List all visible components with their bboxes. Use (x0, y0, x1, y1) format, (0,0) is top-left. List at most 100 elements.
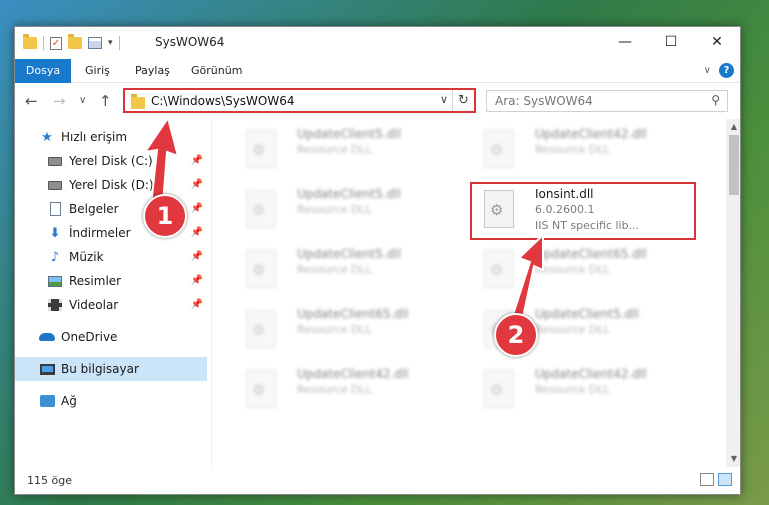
tab-view[interactable]: Görünüm (179, 59, 254, 83)
minimize-button[interactable]: — (602, 27, 648, 57)
file-description: Resource DLL (297, 323, 372, 336)
disk-icon (47, 153, 63, 169)
sidebar-item-label: Resimler (69, 274, 122, 288)
vertical-scrollbar[interactable]: ▲ ▼ (726, 119, 740, 467)
scrollbar-thumb[interactable] (729, 135, 739, 195)
chevron-down-icon[interactable]: ∨ (704, 65, 711, 76)
dll-file-icon (246, 190, 276, 228)
sidebar-item-label: OneDrive (61, 330, 118, 344)
step-2-badge: 2 (494, 313, 538, 357)
pin-icon[interactable]: 📌 (191, 203, 203, 214)
file-item[interactable]: UpdateClient42.dll Resource DLL (464, 123, 694, 177)
navigation-pane: ★ Hızlı erişim Yerel Disk (C:) 📌 Yerel D… (15, 119, 211, 467)
address-row: ← → ∨ ↑ C:\Windows\SysWOW64 ∨ ↻ ⚲ (15, 83, 740, 119)
sidebar-item-pictures[interactable]: Resimler 📌 (15, 269, 207, 293)
sidebar-item-quick-access[interactable]: ★ Hızlı erişim (15, 125, 207, 149)
file-name: UpdateClient65.dll (535, 247, 647, 261)
file-description: Resource DLL (535, 143, 610, 156)
videos-icon (47, 297, 63, 313)
tiles-view-icon[interactable] (718, 473, 732, 486)
file-name: UpdateClient42.dll (297, 367, 409, 381)
address-bar[interactable]: C:\Windows\SysWOW64 ∨ ↻ (123, 88, 476, 113)
dll-file-icon (484, 130, 514, 168)
title-bar: ✓ ▾ SysWOW64 — ☐ ✕ (15, 27, 740, 59)
pin-icon[interactable]: 📌 (191, 251, 203, 262)
new-folder-icon[interactable] (68, 34, 82, 49)
sidebar-item-label: Bu bilgisayar (61, 362, 139, 376)
search-input[interactable] (487, 91, 697, 111)
disk-icon (47, 177, 63, 193)
file-name: UpdateClient5.dll (535, 307, 639, 321)
forward-arrow-icon[interactable]: → (53, 92, 66, 110)
file-item[interactable]: UpdateClient5.dll Resource DLL (226, 243, 456, 297)
sidebar-item-label: Videolar (69, 298, 119, 312)
music-icon: ♪ (50, 249, 60, 265)
file-name: UpdateClient5.dll (297, 187, 401, 201)
sidebar-item-network[interactable]: Ağ (15, 389, 207, 413)
file-name: UpdateClient5.dll (297, 247, 401, 261)
file-description: Resource DLL (535, 263, 610, 276)
file-name: UpdateClient42.dll (535, 127, 647, 141)
sidebar-item-onedrive[interactable]: OneDrive (15, 325, 207, 349)
file-item[interactable]: UpdateClient65.dll Resource DLL (464, 243, 694, 297)
pin-icon[interactable]: 📌 (191, 155, 203, 166)
address-path[interactable]: C:\Windows\SysWOW64 (151, 94, 295, 108)
file-item-ionsint-dll[interactable]: Ionsint.dll 6.0.2600.1 IIS NT specific l… (464, 183, 694, 237)
file-description: Resource DLL (297, 203, 372, 216)
file-item[interactable]: UpdateClient5.dll Resource DLL (226, 123, 456, 177)
search-icon[interactable]: ⚲ (711, 93, 720, 107)
search-box[interactable]: ⚲ (486, 90, 728, 112)
file-name: UpdateClient5.dll (297, 127, 401, 141)
file-description: Resource DLL (535, 323, 610, 336)
file-description: IIS NT specific lib... (535, 219, 640, 232)
properties-check-icon[interactable]: ✓ (50, 36, 62, 50)
item-count: 115 öge (27, 474, 72, 487)
maximize-button[interactable]: ☐ (648, 27, 694, 57)
sidebar-item-music[interactable]: ♪ Müzik 📌 (15, 245, 207, 269)
dll-file-icon (484, 250, 514, 288)
sidebar-item-label: İndirmeler (69, 226, 131, 240)
window-controls: — ☐ ✕ (602, 27, 740, 57)
sidebar-item-this-pc[interactable]: Bu bilgisayar (15, 357, 207, 381)
up-arrow-icon[interactable]: ↑ (99, 92, 112, 110)
details-view-icon[interactable] (700, 473, 714, 486)
sidebar-item-label: Yerel Disk (D:) (69, 178, 154, 192)
sidebar-item-videos[interactable]: Videolar 📌 (15, 293, 207, 317)
file-item[interactable]: UpdateClient42.dll Resource DLL (464, 363, 694, 417)
scroll-down-icon[interactable]: ▼ (726, 451, 740, 467)
sidebar-item-label: Hızlı erişim (61, 130, 128, 144)
recent-locations-icon[interactable]: ∨ (79, 95, 86, 106)
tab-share[interactable]: Paylaş (123, 59, 182, 83)
sidebar-item-label: Belgeler (69, 202, 119, 216)
close-button[interactable]: ✕ (694, 27, 740, 57)
file-item[interactable]: UpdateClient42.dll Resource DLL (226, 363, 456, 417)
status-bar: 115 öge (15, 467, 740, 494)
customize-toolbar-icon[interactable]: ▾ (108, 38, 113, 48)
tab-home[interactable]: Giriş (73, 59, 122, 83)
file-description: Resource DLL (297, 383, 372, 396)
chevron-down-icon[interactable]: ∨ (440, 93, 448, 106)
dll-file-icon (246, 250, 276, 288)
downloads-icon: ⬇ (49, 225, 61, 241)
sidebar-item-label: Yerel Disk (C:) (69, 154, 153, 168)
pin-icon[interactable]: 📌 (191, 179, 203, 190)
refresh-icon[interactable]: ↻ (452, 90, 474, 111)
file-item[interactable]: UpdateClient65.dll Resource DLL (226, 303, 456, 357)
file-description: Resource DLL (297, 263, 372, 276)
file-name: Ionsint.dll (535, 187, 594, 201)
file-name: UpdateClient42.dll (535, 367, 647, 381)
back-arrow-icon[interactable]: ← (25, 92, 38, 110)
help-icon[interactable]: ? (719, 63, 734, 78)
dll-file-icon (484, 370, 514, 408)
file-explorer-window: ✓ ▾ SysWOW64 — ☐ ✕ Dosya Giriş Paylaş Gö… (14, 26, 741, 495)
pin-icon[interactable]: 📌 (191, 227, 203, 238)
scroll-up-icon[interactable]: ▲ (726, 119, 740, 135)
window-title: SysWOW64 (155, 35, 225, 49)
pin-icon[interactable]: 📌 (191, 275, 203, 286)
properties-icon[interactable] (88, 37, 102, 49)
sidebar-item-local-disk-d[interactable]: Yerel Disk (D:) 📌 (15, 173, 207, 197)
sidebar-item-local-disk-c[interactable]: Yerel Disk (C:) 📌 (15, 149, 207, 173)
file-item[interactable]: UpdateClient5.dll Resource DLL (226, 183, 456, 237)
pin-icon[interactable]: 📌 (191, 299, 203, 310)
dll-file-icon (484, 190, 514, 228)
